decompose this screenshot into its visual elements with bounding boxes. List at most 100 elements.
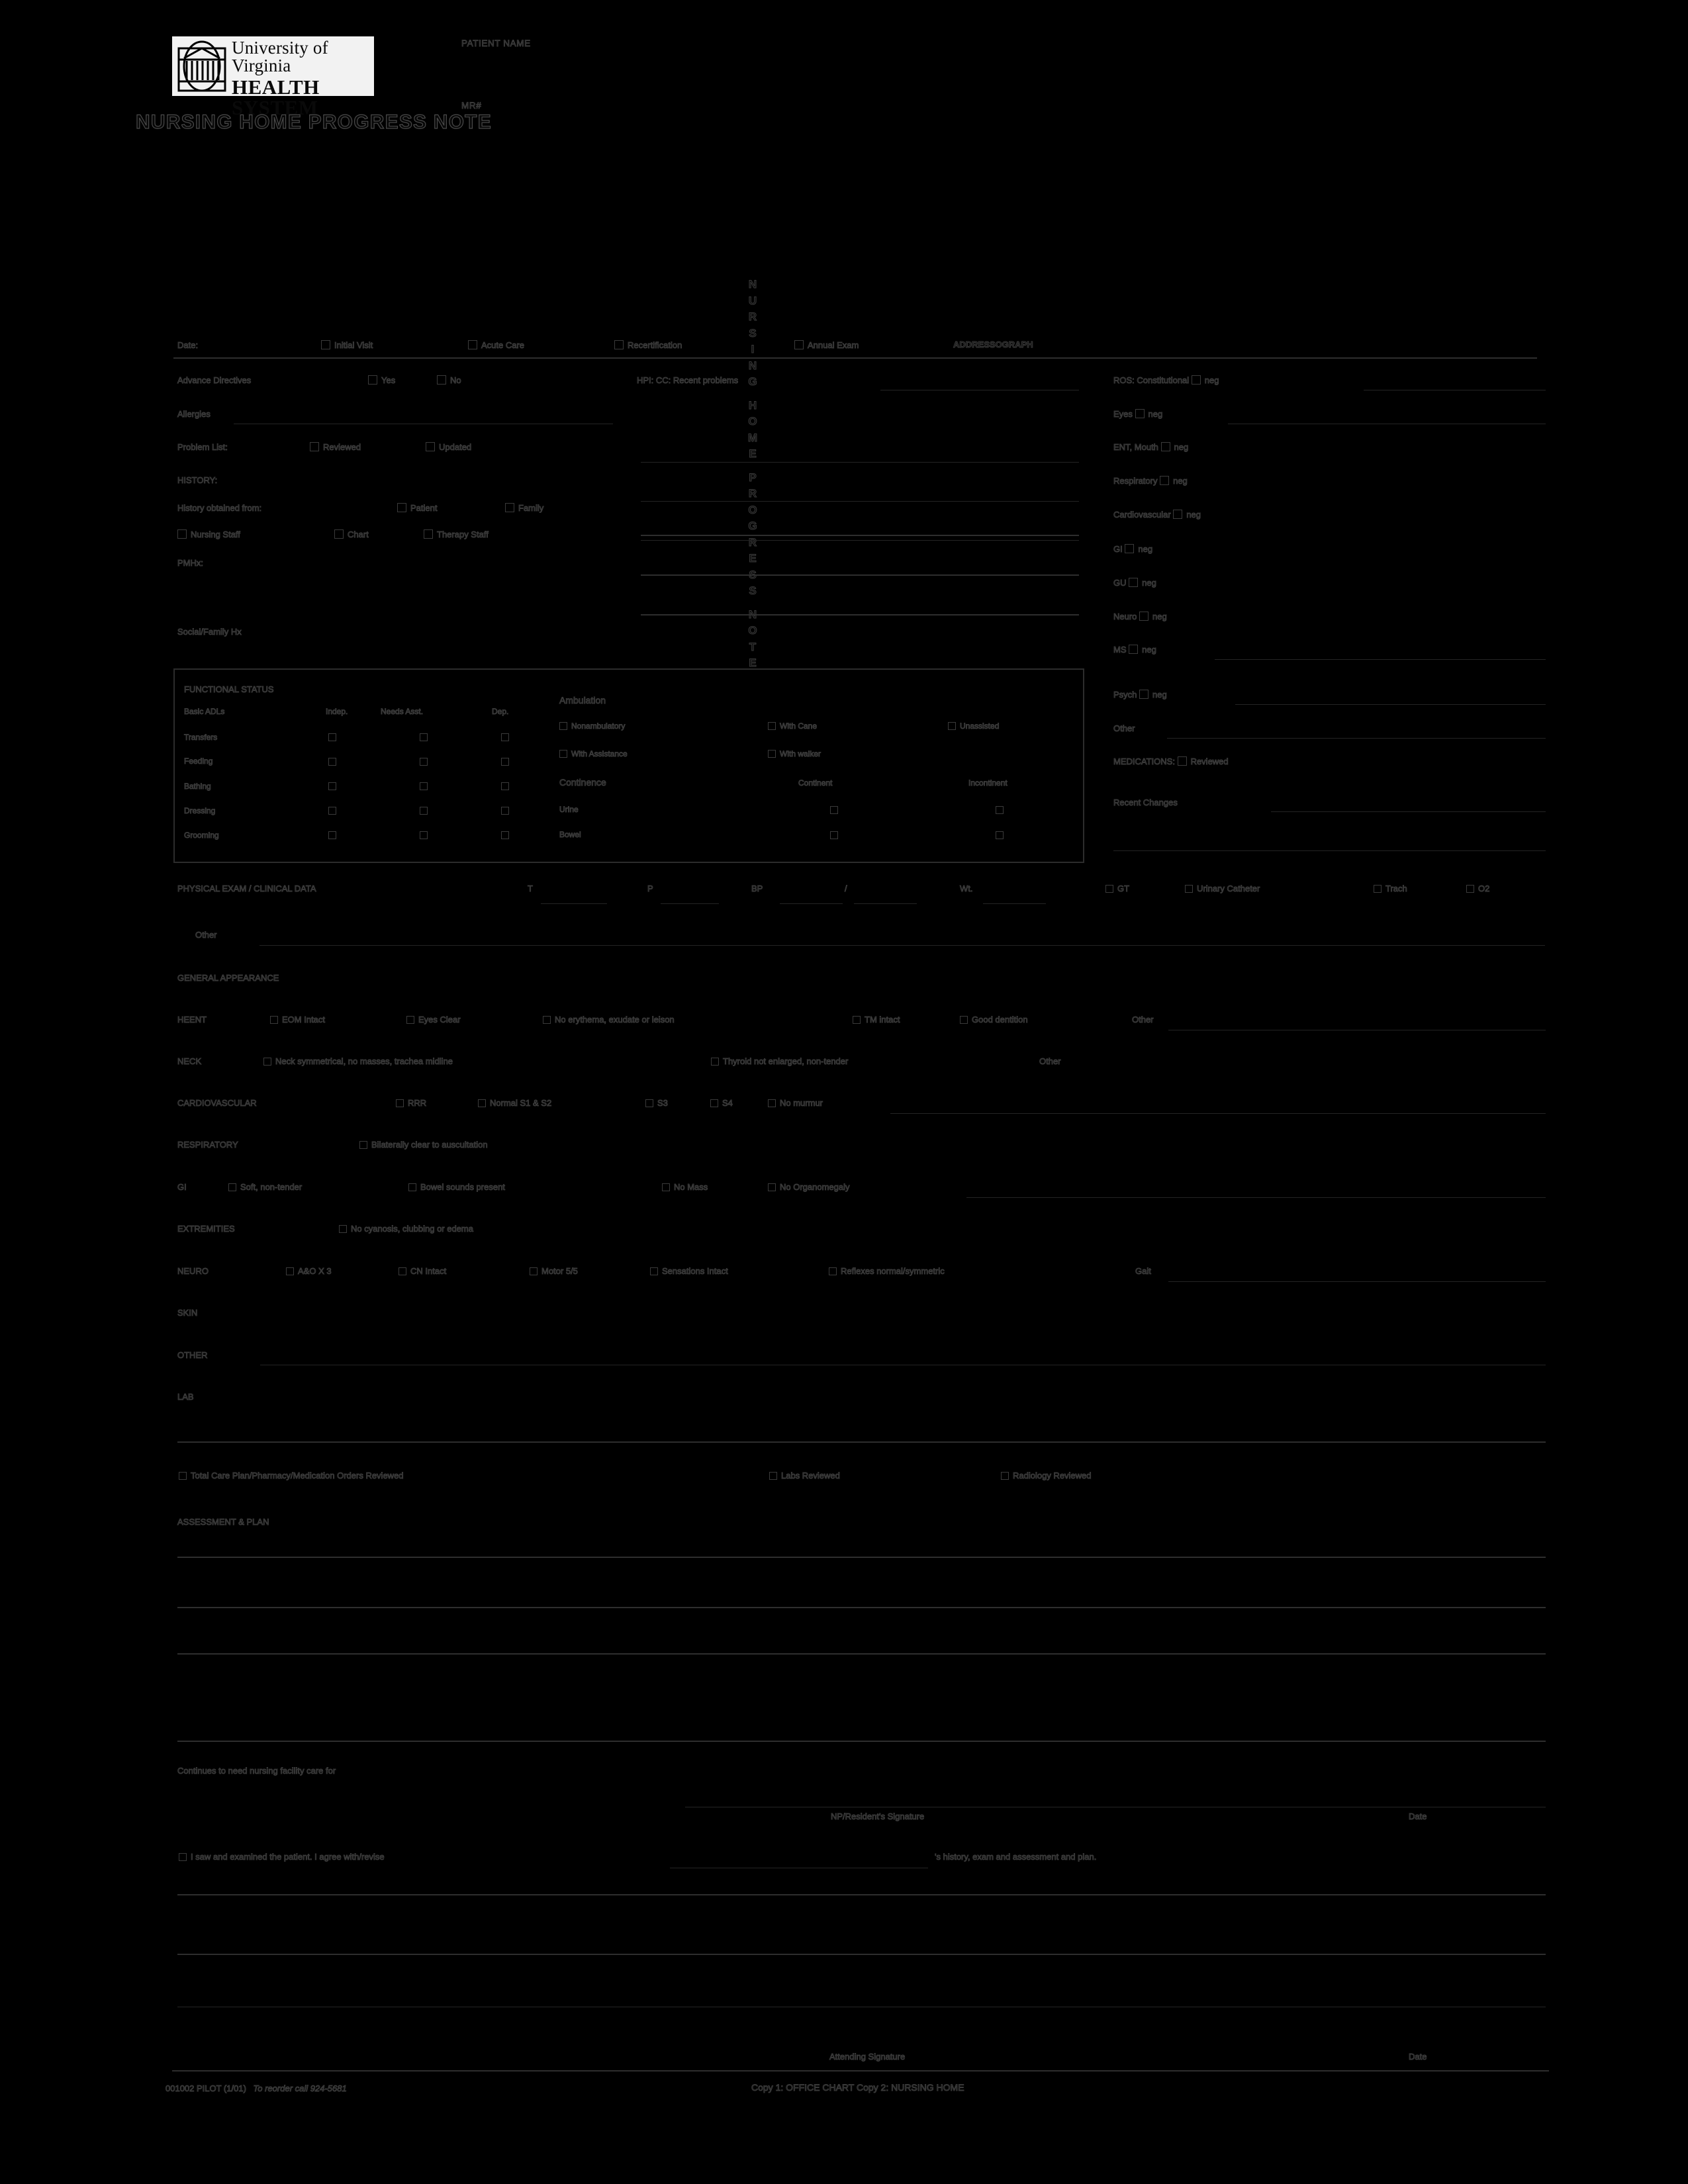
visit-option-annual[interactable]: Annual Exam bbox=[794, 340, 859, 351]
assessment-line-4[interactable] bbox=[177, 1741, 1546, 1742]
checkbox-ros-gu[interactable] bbox=[1129, 578, 1139, 587]
heent-good-dentition[interactable]: Good dentition bbox=[960, 1015, 1028, 1025]
ros-line-psych[interactable] bbox=[1235, 704, 1546, 705]
gi-no-organomegaly[interactable]: No Organomegaly bbox=[768, 1182, 850, 1193]
checkbox-acute-care[interactable] bbox=[468, 340, 477, 349]
history-source-family[interactable]: Family bbox=[505, 503, 544, 514]
history-source-chart[interactable]: Chart bbox=[334, 529, 369, 540]
neuro-motor[interactable]: Motor 5/5 bbox=[530, 1266, 578, 1277]
checkbox-urinary-catheter[interactable] bbox=[1185, 885, 1193, 893]
hpi-line-4[interactable] bbox=[641, 535, 1079, 536]
ros-item-ent-mouth[interactable]: ENT, Mouth neg bbox=[1113, 442, 1189, 453]
hpi-line-3[interactable] bbox=[641, 540, 1079, 541]
recent-changes-line-1[interactable] bbox=[1271, 811, 1546, 812]
ros-item-constitutional[interactable]: ROS: Constitutional neg bbox=[1113, 375, 1219, 386]
checkbox-hx-patient[interactable] bbox=[397, 503, 406, 512]
hpi-line-2[interactable] bbox=[641, 501, 1079, 502]
checkbox-hx-nursing-staff[interactable] bbox=[177, 529, 187, 539]
checkbox-sensations-intact[interactable] bbox=[650, 1267, 658, 1275]
ros-item-psych[interactable]: Psych neg bbox=[1113, 690, 1167, 700]
assessment-line-1[interactable] bbox=[177, 1557, 1546, 1558]
checkbox-grooming-dep[interactable] bbox=[501, 831, 509, 839]
problem-list-updated[interactable]: Updated bbox=[426, 442, 472, 453]
ambulation-with-walker[interactable]: With walker bbox=[768, 749, 821, 759]
heent-eyes-clear[interactable]: Eyes Clear bbox=[406, 1015, 461, 1025]
checkbox-ao-x3[interactable] bbox=[286, 1267, 294, 1275]
checkbox-medications-reviewed[interactable] bbox=[1177, 756, 1187, 766]
checkbox-bathing-needs-asst[interactable] bbox=[420, 782, 428, 790]
recent-changes-line-2[interactable] bbox=[1113, 850, 1546, 851]
checkbox-radiology-reviewed[interactable] bbox=[1001, 1472, 1009, 1480]
checkbox-nonambulatory[interactable] bbox=[559, 722, 567, 730]
hpi-line-6[interactable] bbox=[641, 614, 1079, 615]
checkbox-with-walker[interactable] bbox=[768, 750, 776, 758]
checkbox-good-dentition[interactable] bbox=[960, 1016, 968, 1024]
visit-option-acute[interactable]: Acute Care bbox=[468, 340, 525, 351]
checkbox-feeding-dep[interactable] bbox=[501, 758, 509, 766]
neuro-gait-line[interactable] bbox=[1168, 1281, 1546, 1282]
assessment-line-3[interactable] bbox=[177, 1653, 1546, 1655]
device-trach[interactable]: Trach bbox=[1374, 884, 1407, 894]
checkbox-bowel-sounds-present[interactable] bbox=[408, 1183, 416, 1191]
ext-no-cyanosis[interactable]: No cyanosis, clubbing or edema bbox=[339, 1224, 474, 1234]
checkbox-dressing-indep[interactable] bbox=[328, 807, 336, 815]
checkbox-s4[interactable] bbox=[710, 1099, 718, 1107]
checkbox-ad-yes[interactable] bbox=[368, 375, 377, 385]
ros-other-line[interactable] bbox=[1167, 738, 1546, 739]
ros-item-ms[interactable]: MS neg bbox=[1113, 645, 1157, 655]
checkbox-urine-continent[interactable] bbox=[830, 806, 838, 814]
advance-directives-yes[interactable]: Yes bbox=[368, 375, 396, 386]
ros-item-gi[interactable]: GI neg bbox=[1113, 544, 1153, 555]
checkbox-dressing-needs-asst[interactable] bbox=[420, 807, 428, 815]
checkbox-unassisted[interactable] bbox=[948, 722, 956, 730]
gi-line[interactable] bbox=[966, 1197, 1546, 1198]
heent-tm-intact[interactable]: TM intact bbox=[853, 1015, 900, 1025]
cv-line[interactable] bbox=[890, 1113, 1546, 1114]
checkbox-annual-exam[interactable] bbox=[794, 340, 804, 349]
checkbox-problem-reviewed[interactable] bbox=[310, 442, 319, 451]
cv-normal-s1-s2[interactable]: Normal S1 & S2 bbox=[478, 1098, 552, 1109]
checkbox-feeding-needs-asst[interactable] bbox=[420, 758, 428, 766]
checkbox-with-assistance[interactable] bbox=[559, 750, 567, 758]
checkbox-tm-intact[interactable] bbox=[853, 1016, 861, 1024]
history-source-nursing[interactable]: Nursing Staff bbox=[177, 529, 240, 540]
checkbox-s3[interactable] bbox=[645, 1099, 653, 1107]
checkbox-trach[interactable] bbox=[1374, 885, 1382, 893]
checkbox-no-murmur[interactable] bbox=[768, 1099, 776, 1107]
ambulation-with-assistance[interactable]: With Assistance bbox=[559, 749, 628, 759]
checkbox-ros-psych[interactable] bbox=[1139, 690, 1149, 699]
checkbox-ros-cardiovascular[interactable] bbox=[1173, 510, 1183, 519]
checkbox-cn-intact[interactable] bbox=[399, 1267, 406, 1275]
checkbox-with-cane[interactable] bbox=[768, 722, 776, 730]
checkbox-dressing-dep[interactable] bbox=[501, 807, 509, 815]
device-o2[interactable]: O2 bbox=[1466, 884, 1490, 894]
visit-option-initial[interactable]: Initial Visit bbox=[321, 340, 373, 351]
checkbox-bowel-continent[interactable] bbox=[830, 831, 838, 839]
medications-row[interactable]: MEDICATIONS: Reviewed bbox=[1113, 756, 1229, 767]
checkbox-transfers-dep[interactable] bbox=[501, 733, 509, 741]
device-urinary-catheter[interactable]: Urinary Catheter bbox=[1185, 884, 1260, 894]
neck-symmetrical[interactable]: Neck symmetrical, no masses, trachea mid… bbox=[263, 1056, 453, 1067]
checkbox-ros-ms[interactable] bbox=[1129, 645, 1139, 654]
footer-line-1[interactable] bbox=[177, 1894, 1546, 1895]
checkbox-hx-chart[interactable] bbox=[334, 529, 344, 539]
hpi-line-1[interactable] bbox=[641, 462, 1079, 463]
neuro-reflexes[interactable]: Reflexes normal/symmetric bbox=[829, 1266, 945, 1277]
problem-list-reviewed[interactable]: Reviewed bbox=[310, 442, 361, 453]
ambulation-unassisted[interactable]: Unassisted bbox=[948, 721, 1000, 731]
review-total-care-plan[interactable]: Total Care Plan/Pharmacy/Medication Orde… bbox=[179, 1471, 404, 1481]
ambulation-nonambulatory[interactable]: Nonambulatory bbox=[559, 721, 626, 731]
neck-thyroid[interactable]: Thyroid not enlarged, non-tender bbox=[711, 1056, 849, 1067]
ambulation-with-cane[interactable]: With Cane bbox=[768, 721, 818, 731]
checkbox-motor-5-5[interactable] bbox=[530, 1267, 538, 1275]
checkbox-no-organomegaly[interactable] bbox=[768, 1183, 776, 1191]
heent-no-erythema[interactable]: No erythema, exudate or leison bbox=[543, 1015, 675, 1025]
checkbox-attestation[interactable] bbox=[179, 1853, 187, 1861]
ros-item-respiratory[interactable]: Respiratory neg bbox=[1113, 476, 1188, 486]
assessment-line-2[interactable] bbox=[177, 1607, 1546, 1608]
visit-option-recert[interactable]: Recertification bbox=[614, 340, 682, 351]
checkbox-transfers-indep[interactable] bbox=[328, 733, 336, 741]
gi-no-mass[interactable]: No Mass bbox=[662, 1182, 708, 1193]
checkbox-no-mass[interactable] bbox=[662, 1183, 670, 1191]
advance-directives-no[interactable]: No bbox=[437, 375, 461, 386]
